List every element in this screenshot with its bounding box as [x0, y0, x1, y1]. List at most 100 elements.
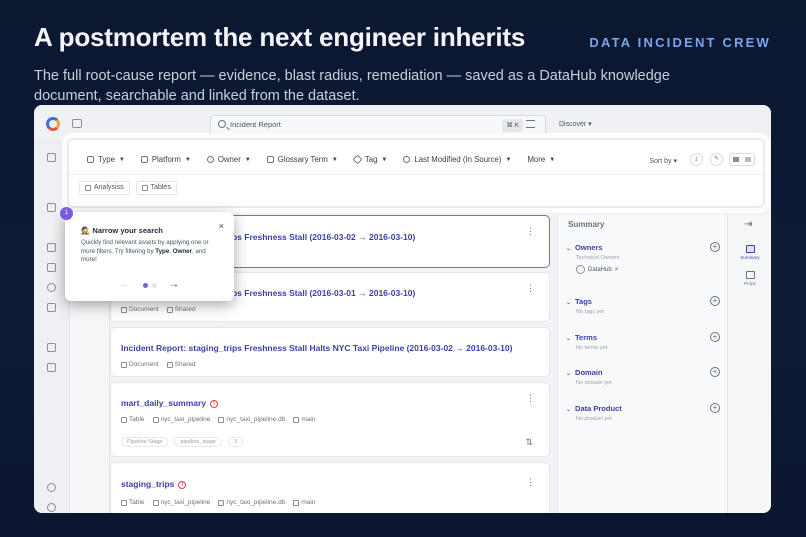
add-term-button[interactable]: +: [710, 332, 720, 342]
table-icon: [121, 499, 127, 506]
result-card[interactable]: mart_daily_summary! ⋮ Table nyc_taxi_pip…: [110, 382, 550, 457]
chip-label: Tables: [150, 184, 171, 191]
chevron-down-icon: ▼: [381, 156, 388, 163]
filter-owner[interactable]: Owner ▼: [206, 155, 251, 164]
list-view-icon[interactable]: [745, 157, 751, 162]
add-tag-button[interactable]: +: [710, 296, 720, 306]
sort-by-dropdown[interactable]: Sort by ▾: [649, 157, 677, 165]
add-domain-button[interactable]: +: [710, 367, 720, 377]
meta-text: nyc_taxi_pipeline.db: [226, 416, 286, 423]
link-icon[interactable]: [47, 343, 56, 352]
section-value: Technical Owners: [576, 255, 620, 261]
settings-icon[interactable]: [47, 483, 56, 492]
chip-label: Analysiss: [94, 184, 124, 191]
meta-text: Shared: [174, 361, 196, 368]
chevron-down-icon: ⌄: [566, 246, 572, 252]
folder-icon: [152, 499, 159, 506]
search-input[interactable]: Incident Report ⌘ K: [210, 115, 546, 135]
meta-scope: Shared: [166, 306, 196, 313]
warning-icon: !: [178, 481, 187, 489]
document-icon: [121, 361, 127, 368]
more-options-icon[interactable]: ⋮: [526, 478, 535, 487]
datahub-logo-icon[interactable]: [46, 117, 60, 131]
filter-more[interactable]: More ▼: [527, 155, 555, 164]
add-owner-button[interactable]: +: [710, 242, 720, 252]
result-title[interactable]: staging_trips!: [121, 479, 187, 489]
download-icon[interactable]: ⤓: [690, 153, 703, 166]
result-card[interactable]: Incident Report: staging_trips Freshness…: [110, 327, 550, 377]
book-icon[interactable]: [47, 243, 56, 252]
lineage-icon[interactable]: ⇅: [525, 437, 533, 448]
tour-popover: 🕵 Narrow your search × Quickly find rele…: [65, 212, 234, 301]
filter-label: Last Modified (In Source): [414, 155, 502, 164]
chevron-down-icon: ⌄: [566, 371, 572, 377]
datahub-window: Incident Report ⌘ K Discover ▾ Type ▼ Pla…: [34, 105, 771, 513]
next-arrow-icon[interactable]: →: [169, 279, 179, 290]
section-toggle[interactable]: ⌄ Terms: [566, 333, 720, 342]
meta-text: nyc_taxi_pipeline: [160, 416, 211, 423]
previous-arrow-icon[interactable]: ←: [119, 279, 129, 290]
tab-summary[interactable]: Summary: [728, 245, 771, 260]
meta-text: nyc_taxi_pipeline: [160, 499, 211, 506]
section-toggle[interactable]: ⌄ Tags: [566, 297, 720, 306]
edit-icon[interactable]: ✎: [710, 153, 723, 166]
more-options-icon[interactable]: ⋮: [526, 284, 535, 293]
chevron-down-icon: ⌄: [566, 336, 572, 342]
owner-chip[interactable]: DataHub ×: [576, 265, 720, 274]
nav-rail: [34, 143, 70, 513]
close-icon[interactable]: ×: [615, 267, 619, 273]
result-card[interactable]: staging_trips! ⋮ Table nyc_taxi_pipeline…: [110, 462, 550, 513]
folder-icon: [152, 416, 159, 423]
section-toggle[interactable]: ⌄ Owners: [566, 243, 720, 252]
chart-icon[interactable]: [47, 363, 56, 372]
right-rail: ⇥ Summary Props: [727, 215, 771, 513]
filter-last-modified[interactable]: Last Modified (In Source) ▼: [403, 155, 511, 164]
subtitle: The full root-cause report — evidence, b…: [34, 68, 670, 104]
filter-type[interactable]: Type ▼: [87, 155, 125, 164]
discover-dropdown[interactable]: Discover ▾: [559, 120, 592, 128]
filter-glossary-term[interactable]: Glossary Term ▼: [266, 155, 338, 164]
folder-icon: [293, 416, 300, 423]
filter-tag[interactable]: Tag ▼: [352, 154, 388, 165]
filter-bar: Type ▼ Platform ▼ Owner ▼ Glossary Term ▼ Ta…: [67, 138, 765, 208]
section-toggle[interactable]: ⌄ Data Product: [566, 404, 720, 413]
chip-analysiss[interactable]: Analysiss: [79, 181, 130, 195]
view-toggle[interactable]: [729, 153, 755, 166]
help-icon[interactable]: [47, 503, 56, 512]
layers-icon[interactable]: [47, 303, 56, 312]
grid-view-icon[interactable]: [733, 157, 739, 162]
result-title[interactable]: mart_daily_summary!: [121, 398, 219, 408]
tab-props[interactable]: Props: [728, 271, 771, 286]
chevron-down-icon: ⌄: [566, 407, 572, 413]
add-data-product-button[interactable]: +: [710, 403, 720, 413]
tour-dot[interactable]: [152, 283, 157, 288]
more-options-icon[interactable]: ⋮: [526, 227, 535, 236]
section-value: No terms yet: [576, 345, 608, 351]
filter-platform[interactable]: Platform ▼: [140, 155, 191, 164]
search-filter-icon[interactable]: [526, 120, 535, 128]
collapse-icon[interactable]: ⇥: [744, 219, 752, 230]
document-icon[interactable]: [47, 203, 56, 212]
tag-icon[interactable]: [47, 263, 56, 272]
summary-owners: ⌄ Owners Technical Owners DataHub × +: [566, 242, 720, 274]
book-icon: [745, 245, 755, 253]
tour-dot-active[interactable]: [143, 283, 148, 288]
filter-label: Type: [98, 155, 115, 164]
chevron-down-icon: ▼: [184, 156, 191, 163]
chevron-down-icon: ⌄: [566, 300, 572, 306]
chevron-down-icon: ▼: [331, 156, 338, 163]
globe-icon[interactable]: [47, 283, 56, 292]
meta-scope: Shared: [166, 361, 196, 368]
meta-text: Document: [129, 306, 159, 313]
result-title[interactable]: Incident Report: staging_trips Freshness…: [121, 343, 512, 353]
meta-database: nyc_taxi_pipeline.db: [218, 499, 285, 506]
warning-icon: !: [210, 400, 219, 408]
close-button[interactable]: ×: [219, 221, 224, 231]
more-options-icon[interactable]: ⋮: [526, 394, 535, 403]
section-toggle[interactable]: ⌄ Domain: [566, 368, 720, 377]
book-icon: [266, 156, 274, 163]
grid-icon[interactable]: [47, 153, 56, 162]
sidebar-toggle-icon[interactable]: [72, 119, 82, 128]
chip-tables[interactable]: Tables: [135, 181, 177, 195]
avatar: [576, 265, 585, 274]
